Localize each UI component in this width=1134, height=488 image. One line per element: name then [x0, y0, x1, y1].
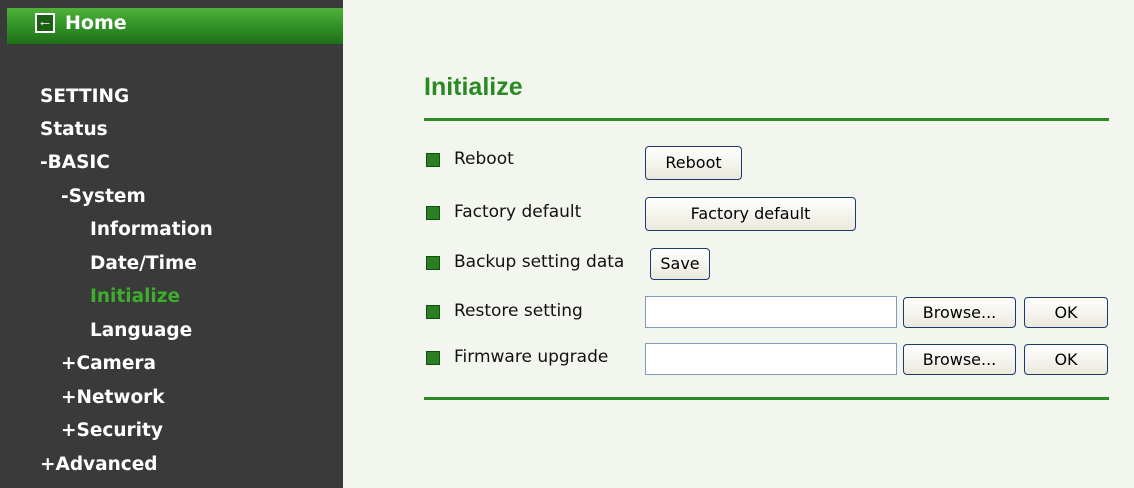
nav-language[interactable]: Language — [90, 320, 192, 341]
backup-setting-label: Backup setting data — [454, 252, 625, 272]
bottom-divider — [424, 397, 1109, 400]
nav-system[interactable]: -System — [61, 186, 146, 207]
restore-file-input[interactable] — [645, 296, 897, 328]
home-bar[interactable] — [7, 8, 343, 44]
factory-default-label: Factory default — [454, 202, 582, 222]
green-square-icon — [426, 206, 440, 220]
nav-information[interactable]: Information — [90, 219, 213, 240]
nav-initialize[interactable]: Initialize — [90, 286, 180, 307]
save-button[interactable]: Save — [650, 248, 710, 280]
restore-ok-button[interactable]: OK — [1024, 297, 1108, 328]
green-square-icon — [426, 305, 440, 319]
factory-default-button[interactable]: Factory default — [645, 197, 856, 231]
restore-setting-label: Restore setting — [454, 301, 583, 321]
green-square-icon — [426, 256, 440, 270]
nav-setting-heading: SETTING — [40, 86, 130, 107]
green-square-icon — [426, 153, 440, 167]
restore-browse-button[interactable]: Browse... — [903, 297, 1016, 328]
nav-network[interactable]: +Network — [61, 387, 165, 408]
reboot-button[interactable]: Reboot — [645, 146, 742, 180]
back-arrow-icon[interactable]: ← — [35, 13, 55, 33]
main-content: Initialize Reboot Reboot Factory default… — [343, 0, 1134, 488]
firmware-file-input[interactable] — [645, 343, 897, 375]
sidebar: ← Home SETTING Status -BASIC -System Inf… — [0, 0, 343, 488]
nav-security[interactable]: +Security — [61, 420, 163, 441]
home-link[interactable]: Home — [65, 12, 127, 34]
reboot-label: Reboot — [454, 149, 514, 169]
firmware-upgrade-label: Firmware upgrade — [454, 347, 609, 367]
firmware-ok-button[interactable]: OK — [1024, 344, 1108, 375]
top-divider — [424, 118, 1109, 121]
green-square-icon — [426, 351, 440, 365]
nav-camera[interactable]: +Camera — [61, 353, 156, 374]
nav-status[interactable]: Status — [40, 119, 108, 140]
firmware-browse-button[interactable]: Browse... — [903, 344, 1016, 375]
page-title: Initialize — [424, 73, 523, 101]
nav-datetime[interactable]: Date/Time — [90, 253, 197, 274]
nav-advanced[interactable]: +Advanced — [40, 454, 158, 475]
nav-basic[interactable]: -BASIC — [40, 152, 110, 173]
